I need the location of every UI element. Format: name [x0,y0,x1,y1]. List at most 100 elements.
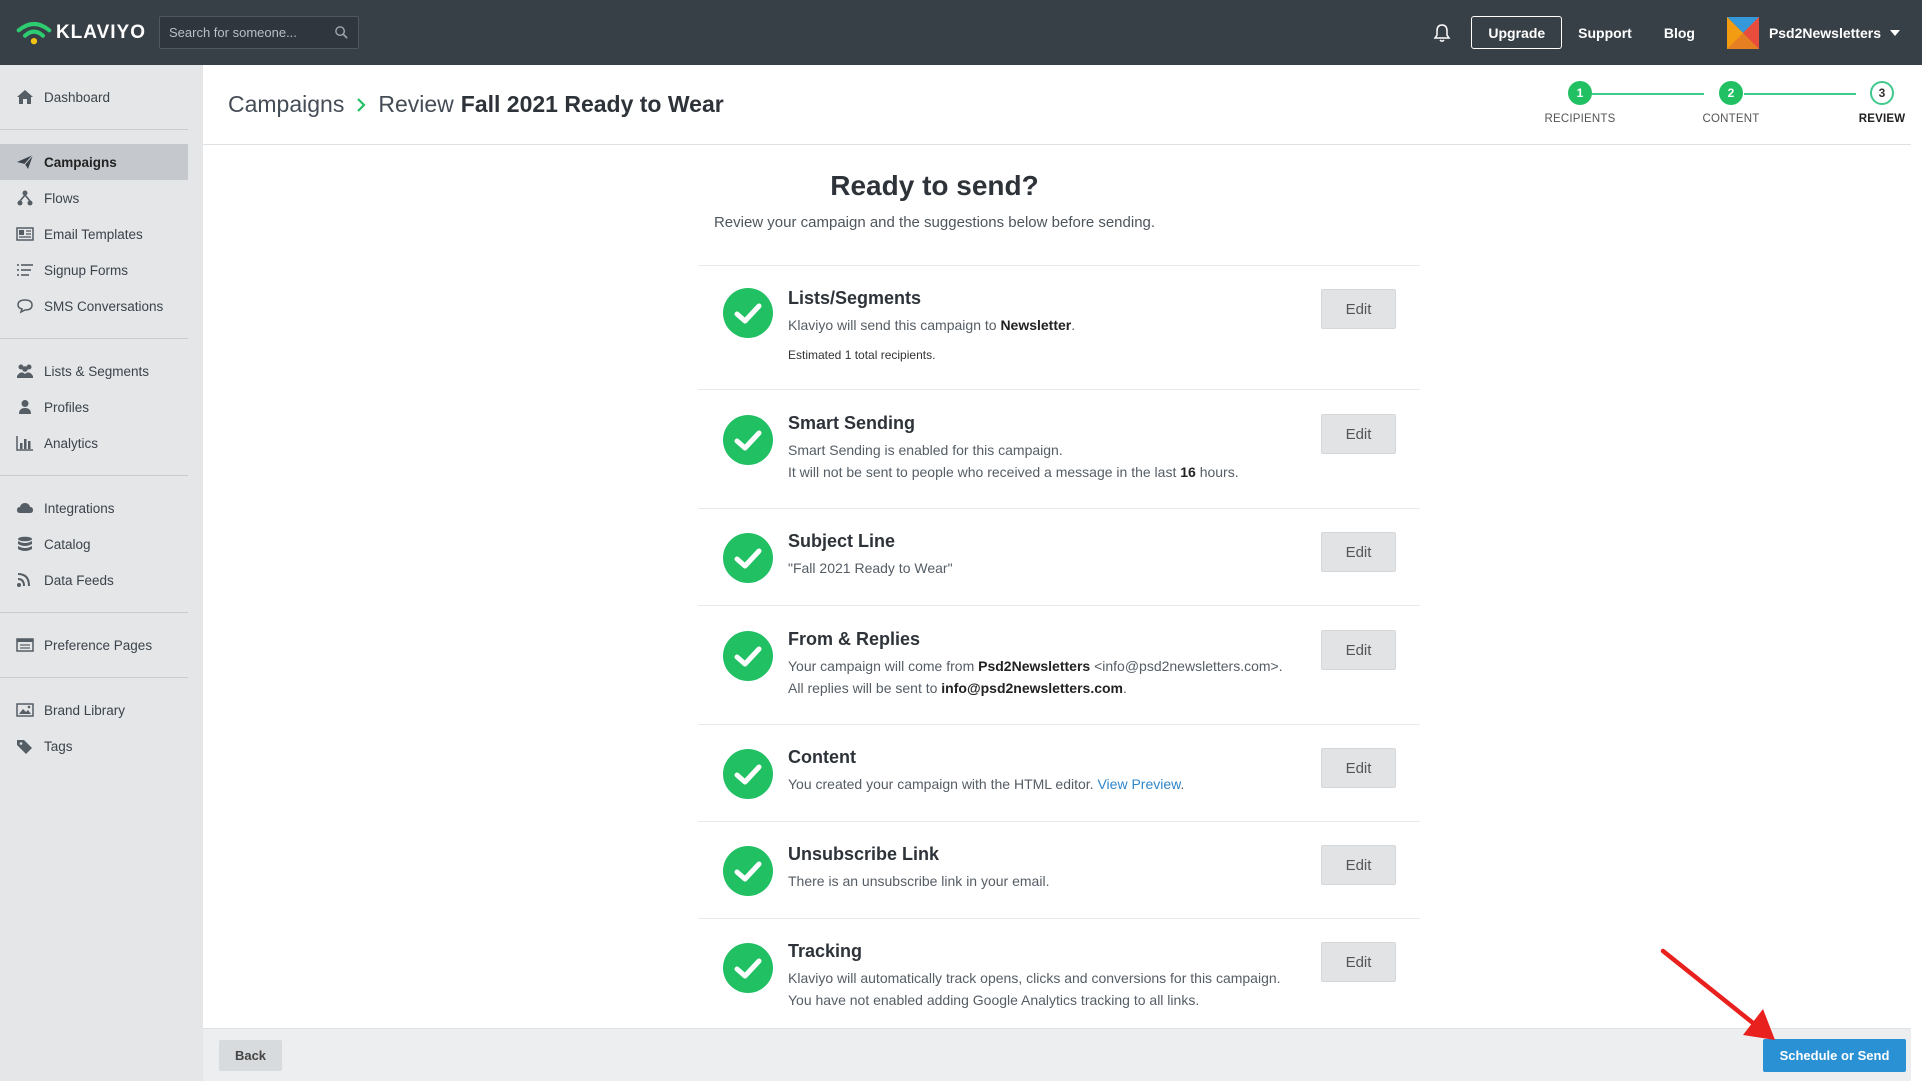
item-title: Tracking [788,941,863,961]
edit-tracking-button[interactable]: Edit [1321,942,1396,982]
users-icon [17,364,33,378]
sidebar-item-label: Lists & Segments [44,363,150,379]
sidebar-item-sms-conversations[interactable]: SMS Conversations [0,288,188,324]
item-description-2: You have not enabled adding Google Analy… [788,992,1200,1008]
list-name: Newsletter [1000,317,1072,333]
sidebar-item-profiles[interactable]: Profiles [0,389,188,425]
edit-smart-sending-button[interactable]: Edit [1321,414,1396,454]
sidebar-item-label: Catalog [44,536,91,552]
flows-icon [17,190,33,206]
reply-email: info@psd2newsletters.com [941,680,1123,696]
item-description: You created your campaign with the HTML … [788,773,1184,795]
breadcrumb: Campaigns Review Fall 2021 Ready to Wear [228,91,724,118]
back-button[interactable]: Back [219,1040,282,1071]
item-description: There is an unsubscribe link in your ema… [788,873,1050,889]
item-title: Smart Sending [788,413,916,433]
sidebar-item-integrations[interactable]: Integrations [0,490,188,526]
hours-value: 16 [1180,464,1196,480]
item-title: Unsubscribe Link [788,844,940,864]
support-link[interactable]: Support [1578,25,1632,41]
item-title: Subject Line [788,531,896,551]
step-label: REVIEW [1858,113,1906,125]
sidebar-item-label: Flows [44,190,80,206]
edit-lists-button[interactable]: Edit [1321,289,1396,329]
sidebar-item-analytics[interactable]: Analytics [0,425,188,461]
sidebar-item-campaigns[interactable]: Campaigns [0,144,188,180]
review-content: Ready to send? Review your campaign and … [203,146,1911,1028]
item-description: Smart Sending is enabled for this campai… [788,442,1063,458]
breadcrumb-campaigns-link[interactable]: Campaigns [228,91,344,118]
sidebar-item-label: Data Feeds [44,572,114,588]
sidebar-item-catalog[interactable]: Catalog [0,526,188,562]
blog-link[interactable]: Blog [1664,25,1695,41]
sidebar-item-label: Tags [44,738,73,754]
paper-plane-icon [17,154,34,169]
text-part: Your campaign will come from [788,658,979,674]
item-description: Your campaign will come from Psd2Newslet… [788,655,1283,677]
text-part: hours. [1195,464,1239,480]
checklist-item-content: Content You created your campaign with t… [698,725,1420,822]
check-circle-icon [723,846,773,896]
klaviyo-logo[interactable]: KLAVIYO [16,17,146,49]
check-circle-icon [723,533,773,583]
bell-icon[interactable] [1431,22,1453,44]
chat-icon [17,299,33,314]
check-circle-icon [723,288,773,338]
sidebar-item-data-feeds[interactable]: Data Feeds [0,562,188,598]
step-number: 1 [1568,81,1592,105]
search-box[interactable] [159,16,359,49]
user-icon [19,400,31,414]
top-bar: KLAVIYO Upgrade Support Blog Psd2Newslet… [0,0,1922,65]
page-title: Fall 2021 Ready to Wear [460,91,724,117]
step-content[interactable]: 2 CONTENT [1681,81,1781,125]
search-icon[interactable] [334,25,349,40]
nav-group-campaigns: Campaigns Flows Email Templates Signup F… [0,130,188,339]
search-input[interactable] [169,25,329,40]
sidebar-item-label: Profiles [44,399,90,415]
account-name: Psd2Newsletters [1768,24,1881,41]
edit-from-button[interactable]: Edit [1321,630,1396,670]
edit-subject-button[interactable]: Edit [1321,532,1396,572]
sidebar-item-flows[interactable]: Flows [0,180,188,216]
breadcrumb-review-label: Review [378,91,454,117]
sidebar: Dashboard Campaigns Flows Email Template… [0,65,203,1081]
sidebar-item-tags[interactable]: Tags [0,728,188,764]
view-preview-link[interactable]: View Preview [1097,776,1180,792]
sidebar-item-email-templates[interactable]: Email Templates [0,216,188,252]
database-icon [18,536,32,551]
check-circle-icon [723,415,773,465]
sidebar-item-dashboard[interactable]: Dashboard [0,79,188,115]
campaign-stepper: 1 RECIPIENTS 2 CONTENT 3 REVIEW [1526,81,1905,131]
step-number: 2 [1719,81,1743,105]
item-description-2: It will not be sent to people who receiv… [788,461,1239,483]
sidebar-item-signup-forms[interactable]: Signup Forms [0,252,188,288]
nav-group-audience: Lists & Segments Profiles Analytics [0,339,188,476]
upgrade-button[interactable]: Upgrade [1471,16,1563,49]
checklist-item-tracking: Tracking Klaviyo will automatically trac… [698,919,1420,1028]
sidebar-item-lists-segments[interactable]: Lists & Segments [0,353,188,389]
checklist-item-subject-line: Subject Line "Fall 2021 Ready to Wear" E… [698,509,1420,606]
step-review[interactable]: 3 REVIEW [1832,81,1922,125]
text-part: . [1071,317,1076,333]
item-description: Klaviyo will send this campaign to Newsl… [788,314,1075,336]
chevron-right-icon [357,97,366,112]
sidebar-item-preference-pages[interactable]: Preference Pages [0,627,188,663]
edit-content-button[interactable]: Edit [1321,748,1396,788]
checklist-item-smart-sending: Smart Sending Smart Sending is enabled f… [698,390,1420,509]
text-part: All replies will be sent to [788,680,942,696]
check-circle-icon [723,943,773,993]
rss-icon [17,573,30,587]
sidebar-item-brand-library[interactable]: Brand Library [0,692,188,728]
checklist-item-lists-segments: Lists/Segments Klaviyo will send this ca… [698,266,1420,390]
annotation-arrow-icon [1660,948,1775,1040]
text-part: Klaviyo will send this campaign to [788,317,1001,333]
sidebar-item-label: Dashboard [44,89,111,105]
home-icon [17,90,33,104]
sender-name: Psd2Newsletters [978,658,1091,674]
step-label: CONTENT [1702,113,1760,125]
wifi-logo-icon [16,21,52,44]
edit-unsubscribe-button[interactable]: Edit [1321,845,1396,885]
account-menu[interactable]: Psd2Newsletters [1726,16,1900,49]
text-part: . [1180,776,1185,792]
step-recipients[interactable]: 1 RECIPIENTS [1530,81,1630,125]
